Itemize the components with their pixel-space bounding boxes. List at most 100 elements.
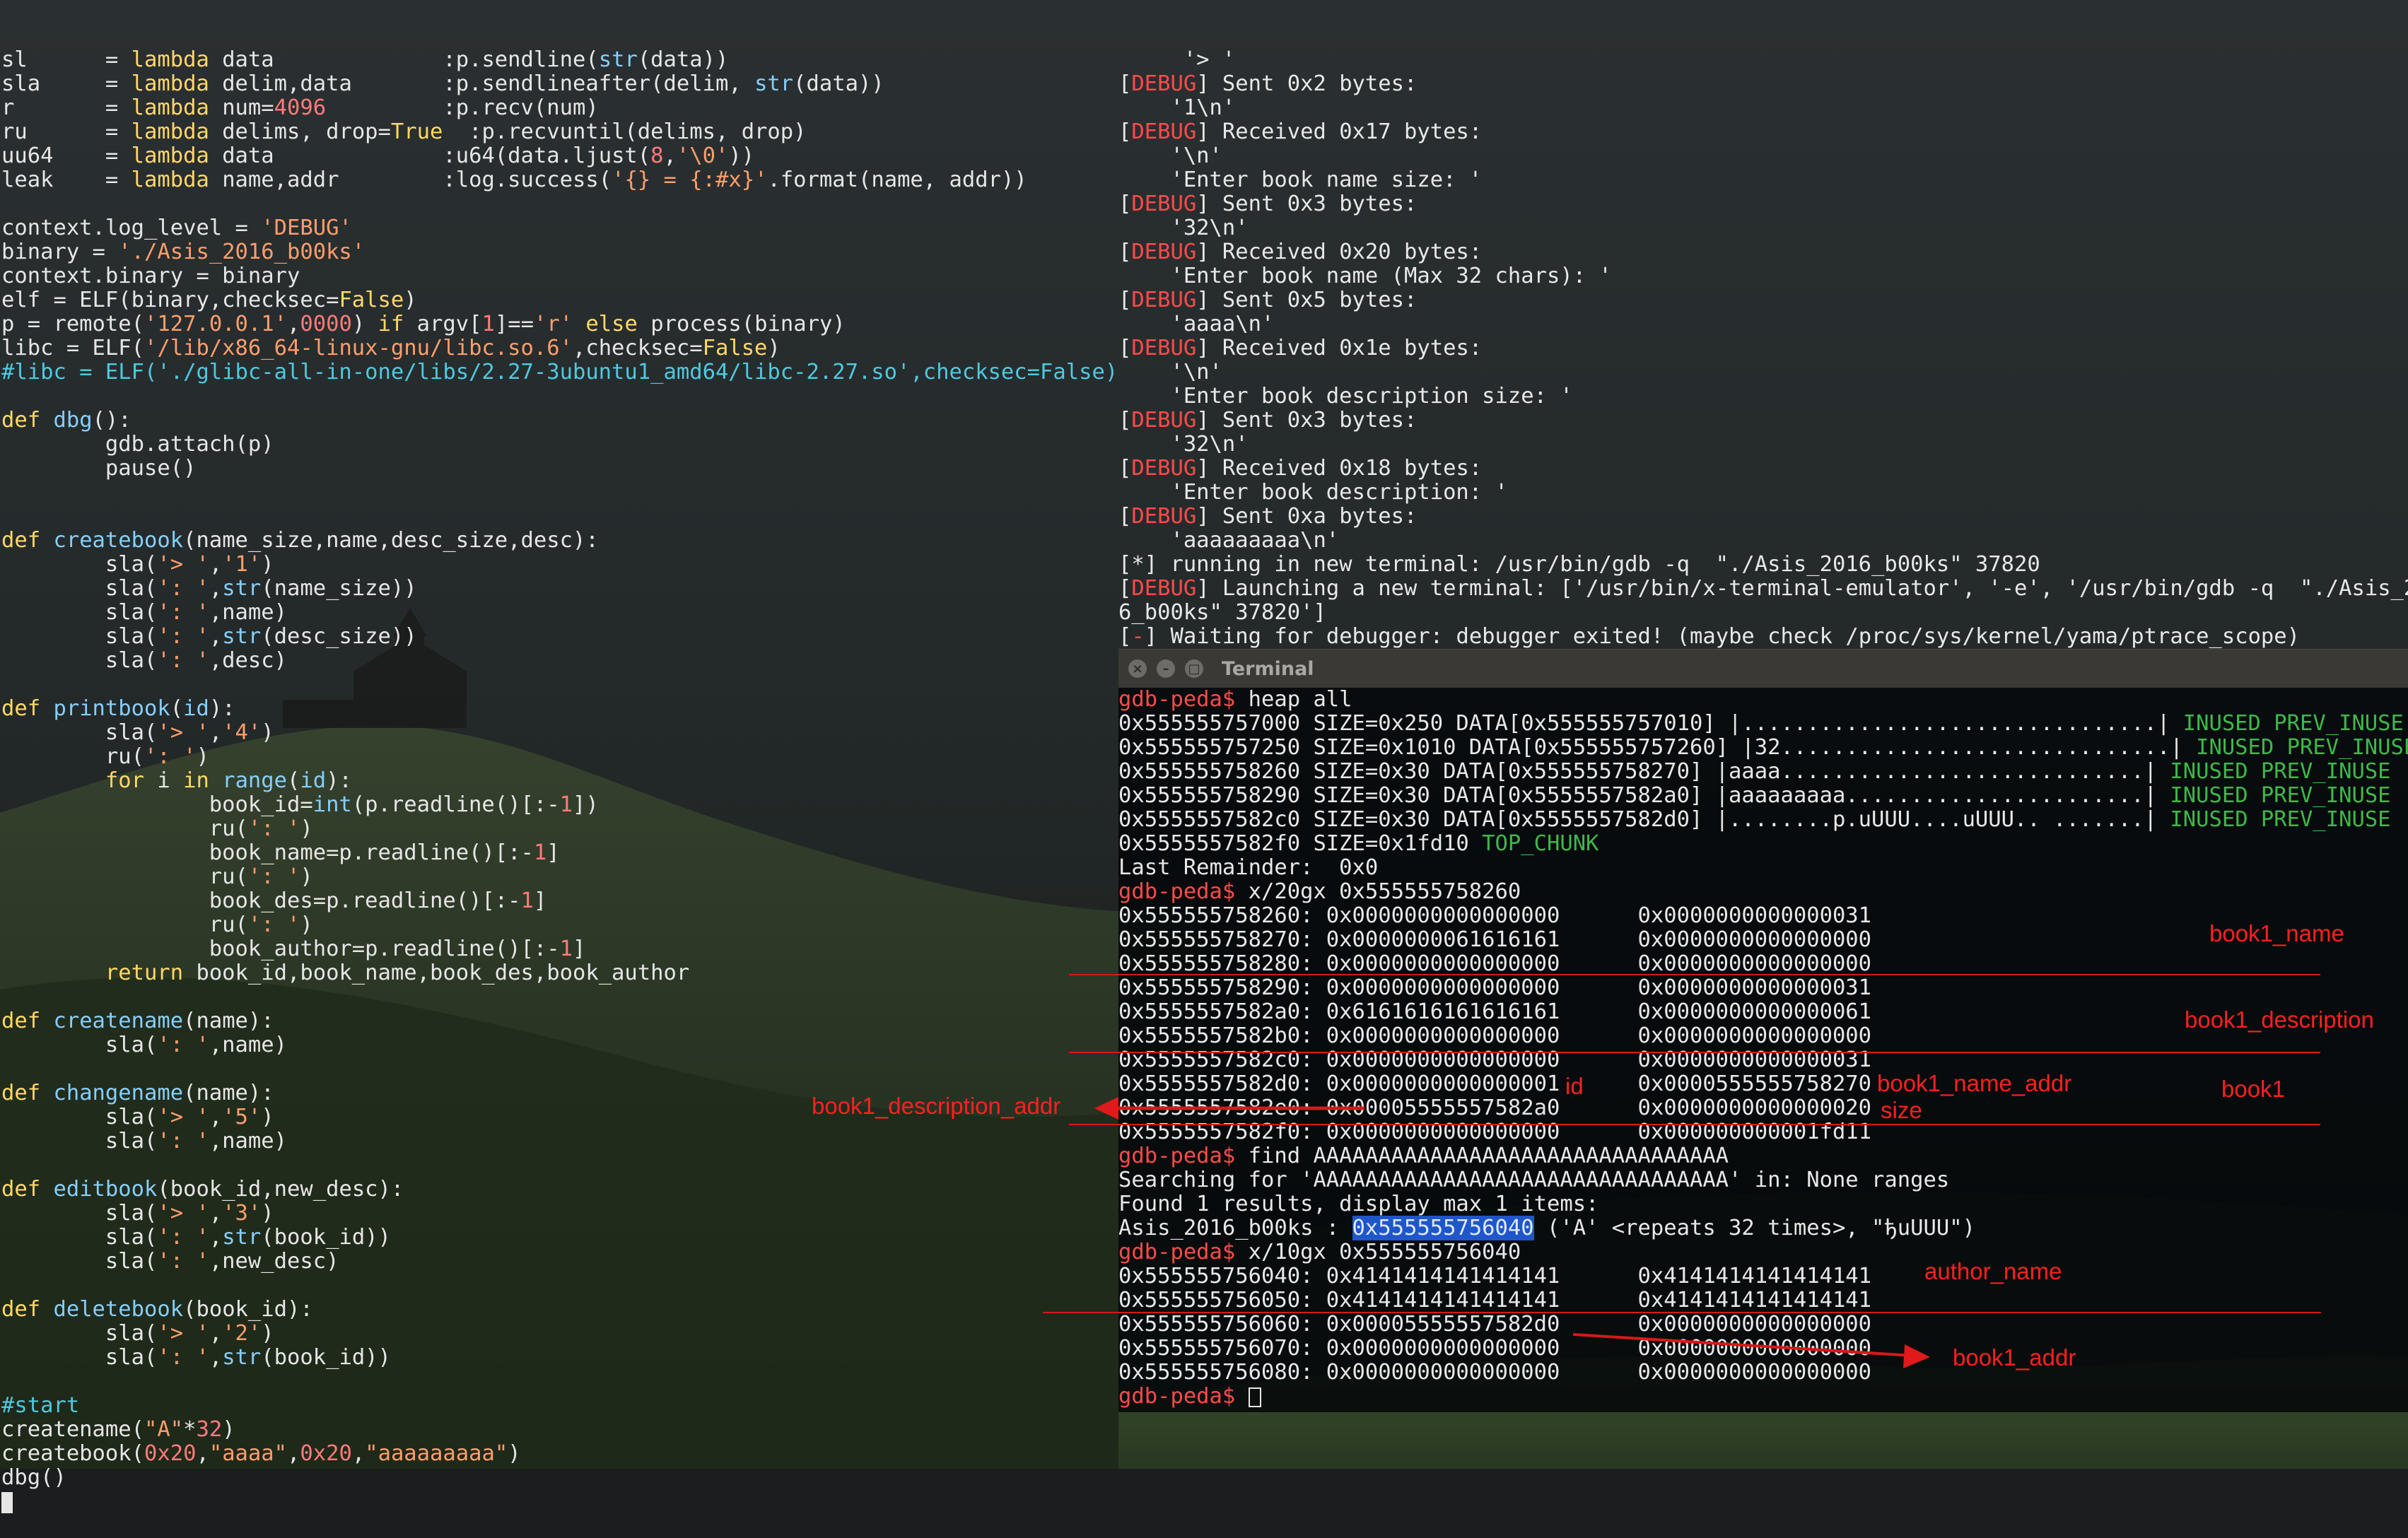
- text-segment: '/lib/x86_64-linux-gnu/libc.so.6': [144, 336, 573, 360]
- code-line: sla(': ',desc): [0, 649, 1117, 673]
- text-segment: def: [1, 1297, 41, 1322]
- text-segment: editbook: [53, 1177, 158, 1202]
- debug-line: [DEBUG] Sent 0x5 bytes:: [1118, 288, 2408, 312]
- text-segment: DEBUG: [1131, 336, 1197, 360]
- code-line: sla('> ','4'): [0, 721, 1117, 745]
- debug-line: [DEBUG] Launching a new terminal: ['/usr…: [1118, 577, 2408, 601]
- debug-line: 'Enter book description: ': [1118, 481, 2408, 505]
- text-segment: 0x555555756050: 0x4141414141414141 0x414…: [1118, 1288, 1872, 1313]
- text-segment: ] Waiting for debugger: debugger exited!…: [1144, 624, 2301, 649]
- text-segment: ] Received 0x17 bytes:: [1196, 119, 1483, 144]
- text-segment: def: [1, 528, 41, 553]
- code-line: def editbook(book_id,new_desc):: [0, 1178, 1117, 1202]
- text-segment: changename: [53, 1081, 184, 1105]
- debug-line: '> ': [1118, 48, 2408, 72]
- text-segment: ru(: [1, 744, 144, 769]
- text-segment: 0x555555756040: 0x4141414141414141 0x414…: [1118, 1264, 1872, 1288]
- code-line: def printbook(id):: [0, 697, 1117, 721]
- text-segment: ': ': [247, 864, 300, 889]
- text-segment: ': ': [157, 1129, 209, 1154]
- terminal-line: 0x555555758280: 0x0000000000000000 0x000…: [1118, 952, 2408, 976]
- terminal-line: 0x555555756060: 0x00005555557582d0 0x000…: [1118, 1313, 2408, 1337]
- text-segment: Last Remainder: 0x0: [1118, 855, 1379, 880]
- text-segment: '\n': [1118, 360, 1222, 384]
- text-segment: '2': [222, 1321, 262, 1346]
- close-icon[interactable]: ×: [1128, 659, 1147, 678]
- code-line: sla('> ','1'): [0, 553, 1117, 577]
- gdb-prompt: gdb-peda$: [1118, 687, 1236, 712]
- code-line: sla(': ',new_desc): [0, 1250, 1117, 1274]
- debug-line: '\n': [1118, 144, 2408, 168]
- terminal-cursor: [1248, 1387, 1261, 1407]
- text-segment: ,: [287, 1441, 300, 1466]
- text-segment: (: [287, 768, 300, 793]
- code-line: #start: [0, 1394, 1117, 1418]
- text-segment: (data)): [637, 47, 729, 72]
- text-segment: process(binary): [637, 312, 846, 336]
- code-line: book_author=p.readline()[:-1]: [0, 937, 1117, 961]
- terminal-line: 0x5555557582f0 SIZE=0x1fd10 TOP_CHUNK: [1118, 832, 2408, 856]
- terminal-line: Asis_2016_b00ks : 0x555555756040 ('A' <r…: [1118, 1216, 2408, 1240]
- code-line: sla(': ',str(desc_size)): [0, 625, 1117, 649]
- code-editor[interactable]: sl = lambda data :p.sendline(str(data)) s…: [0, 0, 1118, 1513]
- terminal-line: 0x5555557582f0: 0x0000000000000000 0x000…: [1118, 1120, 2408, 1144]
- text-segment: lambda: [131, 71, 209, 96]
- code-line: ru = lambda delims, drop=True :p.recvunt…: [0, 120, 1117, 144]
- minimize-icon[interactable]: –: [1157, 659, 1175, 678]
- text-segment: ): [300, 816, 313, 841]
- text-segment: delim,data :p.sendlineafter(delim,: [209, 71, 755, 96]
- code-line: def createbook(name_size,name,desc_size,…: [0, 529, 1117, 553]
- text-segment: ru(: [1, 864, 248, 889]
- text-segment: ] Sent 0x3 bytes:: [1196, 408, 1418, 433]
- selected-text: 0x555555756040: [1352, 1216, 1534, 1240]
- text-segment: [40, 1081, 53, 1105]
- text-segment: 'Enter book name (Max 32 chars): ': [1118, 264, 1612, 288]
- text-segment: )): [728, 143, 755, 168]
- terminal-line: 0x555555758260: 0x0000000000000000 0x000…: [1118, 904, 2408, 928]
- text-segment: ():: [92, 408, 131, 433]
- text-segment: ): [261, 552, 274, 577]
- text-segment: '4': [222, 720, 262, 745]
- text-segment: ,name): [209, 1033, 287, 1057]
- text-segment: (name):: [183, 1081, 274, 1105]
- text-segment: 0x555555756060: 0x00005555557582d0 0x000…: [1118, 1312, 1872, 1337]
- text-segment: 0x20: [144, 1441, 197, 1466]
- code-line: ru(': '): [0, 865, 1117, 889]
- text-segment: ,: [209, 1345, 223, 1370]
- text-segment: x/20gx 0x555555758260: [1235, 879, 1521, 904]
- maximize-icon[interactable]: □: [1185, 659, 1203, 678]
- code-line: sla('> ','3'): [0, 1202, 1117, 1226]
- text-segment: [40, 1177, 53, 1202]
- terminal-line: 0x555555756050: 0x4141414141414141 0x414…: [1118, 1288, 2408, 1313]
- code-line: def createname(name):: [0, 1009, 1117, 1033]
- text-segment: createbook(: [1, 1441, 144, 1466]
- text-segment: "A": [144, 1417, 184, 1442]
- text-segment: ,: [287, 312, 300, 336]
- text-segment: book_id,book_name,book_des,book_author: [183, 961, 690, 985]
- text-segment: 1: [559, 792, 573, 817]
- text-segment: def: [1, 696, 41, 721]
- terminal-window[interactable]: × – □ Terminal gdb-peda$ heap all 0x55555…: [1118, 649, 2408, 1412]
- text-segment: ('A' <repeats 32 times>, "ђuUUU"): [1533, 1216, 1975, 1240]
- text-segment: [: [1118, 576, 1132, 601]
- text-segment: 0x555555758260 SIZE=0x30 DATA[0x55555575…: [1118, 759, 2170, 784]
- text-segment: 0000: [300, 312, 352, 336]
- text-segment: pause(): [1, 456, 197, 481]
- text-segment: DEBUG: [1131, 240, 1197, 264]
- terminal-output[interactable]: gdb-peda$ heap all 0x555555757000 SIZE=0x…: [1118, 688, 2408, 1409]
- text-segment: [40, 408, 53, 433]
- terminal-line: Found 1 results, display max 1 items:: [1118, 1192, 2408, 1216]
- code-line: sla(': ',str(name_size)): [0, 577, 1117, 601]
- debug-line: '1\n': [1118, 96, 2408, 120]
- text-segment: 6_b00ks" 37820']: [1118, 600, 1326, 625]
- text-segment: ,: [209, 552, 223, 577]
- terminal-line: 0x555555758260 SIZE=0x30 DATA[0x55555575…: [1118, 760, 2408, 784]
- text-segment: x/10gx 0x555555756040: [1235, 1240, 1521, 1264]
- code-line: p = remote('127.0.0.1',0000) if argv[1]=…: [0, 312, 1117, 336]
- text-segment: ,checksec=: [572, 336, 703, 360]
- text-segment: [1, 961, 105, 985]
- text-segment: sla(: [1, 1033, 158, 1057]
- text-segment: ] Sent 0x3 bytes:: [1196, 192, 1418, 216]
- terminal-titlebar[interactable]: × – □ Terminal: [1118, 649, 2408, 688]
